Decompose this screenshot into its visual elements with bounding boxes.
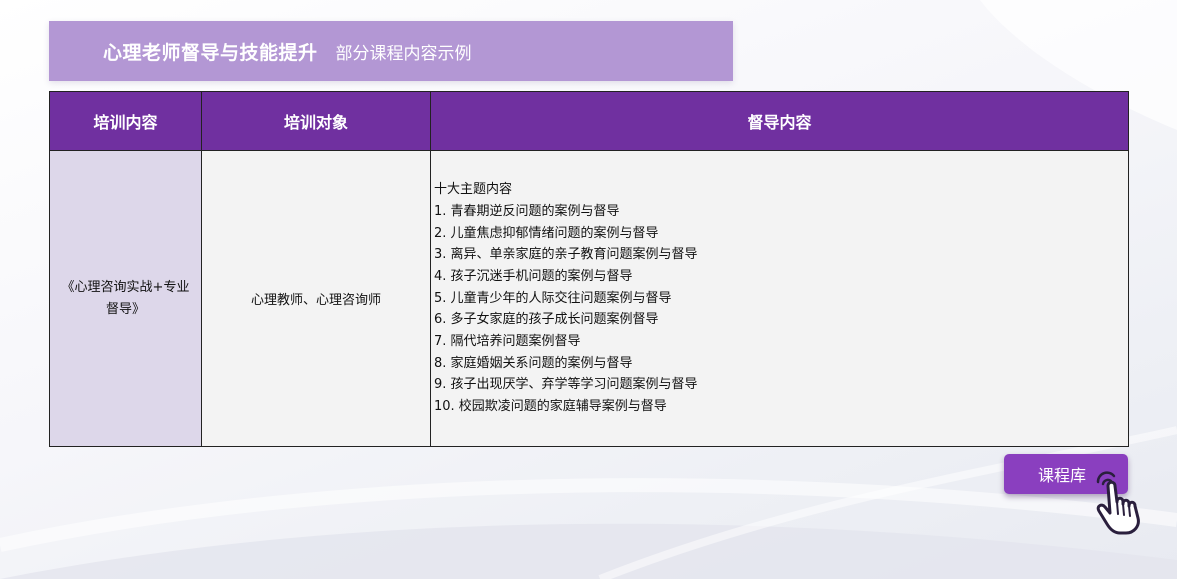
content-line: 7. 隔代培养问题案例督导 <box>434 334 581 350</box>
table-row: 《心理咨询实战+专业督导》 心理教师、心理咨询师 十大主题内容 1. 青春期逆反… <box>49 150 1129 447</box>
content-line: 3. 离异、单亲家庭的亲子教育问题案例与督导 <box>434 247 698 263</box>
content-line: 2. 儿童焦虑抑郁情绪问题的案例与督导 <box>434 225 659 241</box>
table-header-row: 培训内容 培训对象 督导内容 <box>49 91 1129 151</box>
content-line: 10. 校园欺凌问题的家庭辅导案例与督导 <box>434 399 667 415</box>
content-line: 4. 孩子沉迷手机问题的案例与督导 <box>434 268 633 284</box>
pointing-hand-icon <box>1096 471 1140 535</box>
training-cell: 《心理咨询实战+专业督导》 <box>49 150 202 447</box>
course-table: 培训内容 培训对象 督导内容 《心理咨询实战+专业督导》 心理教师、心理咨询师 … <box>49 91 1129 447</box>
content-line: 9. 孩子出现厌学、弃学等学习问题案例与督导 <box>434 377 698 393</box>
course-library-button-label: 课程库 <box>1037 466 1086 485</box>
content-line: 十大主题内容 <box>434 182 513 198</box>
content-line: 1. 青春期逆反问题的案例与督导 <box>434 203 620 219</box>
column-header-target: 培训对象 <box>201 91 431 151</box>
target-cell: 心理教师、心理咨询师 <box>201 150 431 447</box>
column-header-content: 督导内容 <box>430 91 1129 151</box>
content-cell: 十大主题内容 1. 青春期逆反问题的案例与督导 2. 儿童焦虑抑郁情绪问题的案例… <box>430 150 1129 447</box>
column-header-training: 培训内容 <box>49 91 202 151</box>
header-banner: 心理老师督导与技能提升 部分课程内容示例 <box>49 21 733 81</box>
content-line: 8. 家庭婚姻关系问题的案例与督导 <box>434 355 633 371</box>
page-subtitle: 部分课程内容示例 <box>335 43 472 64</box>
page-title: 心理老师督导与技能提升 <box>103 41 318 64</box>
content-line: 5. 儿童青少年的人际交往问题案例与督导 <box>434 290 672 306</box>
content-line: 6. 多子女家庭的孩子成长问题案例督导 <box>434 312 659 328</box>
